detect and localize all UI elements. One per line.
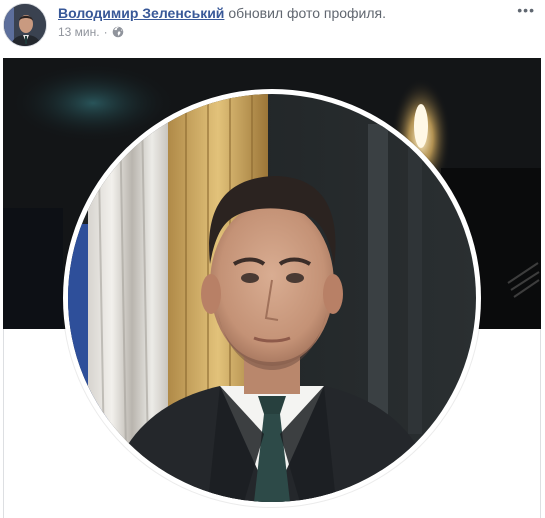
avatar-image [4, 4, 46, 46]
author-name-link[interactable]: Володимир Зеленський [58, 5, 224, 21]
author-avatar[interactable] [3, 3, 47, 47]
globe-icon[interactable] [112, 26, 124, 38]
post-header: Володимир Зеленський обновил фото профил… [0, 0, 545, 56]
post-action-text: обновил фото профиля. [228, 5, 387, 21]
profile-photo-post [0, 58, 545, 518]
post-meta: 13 мин. · [58, 25, 124, 39]
profile-portrait-image [68, 94, 476, 502]
more-options-icon[interactable]: ••• [517, 2, 535, 18]
meta-separator: · [103, 25, 108, 39]
post-timestamp[interactable]: 13 мин. [58, 25, 100, 39]
post-headline: Володимир Зеленський обновил фото профил… [58, 4, 386, 22]
profile-photo[interactable] [68, 94, 476, 502]
